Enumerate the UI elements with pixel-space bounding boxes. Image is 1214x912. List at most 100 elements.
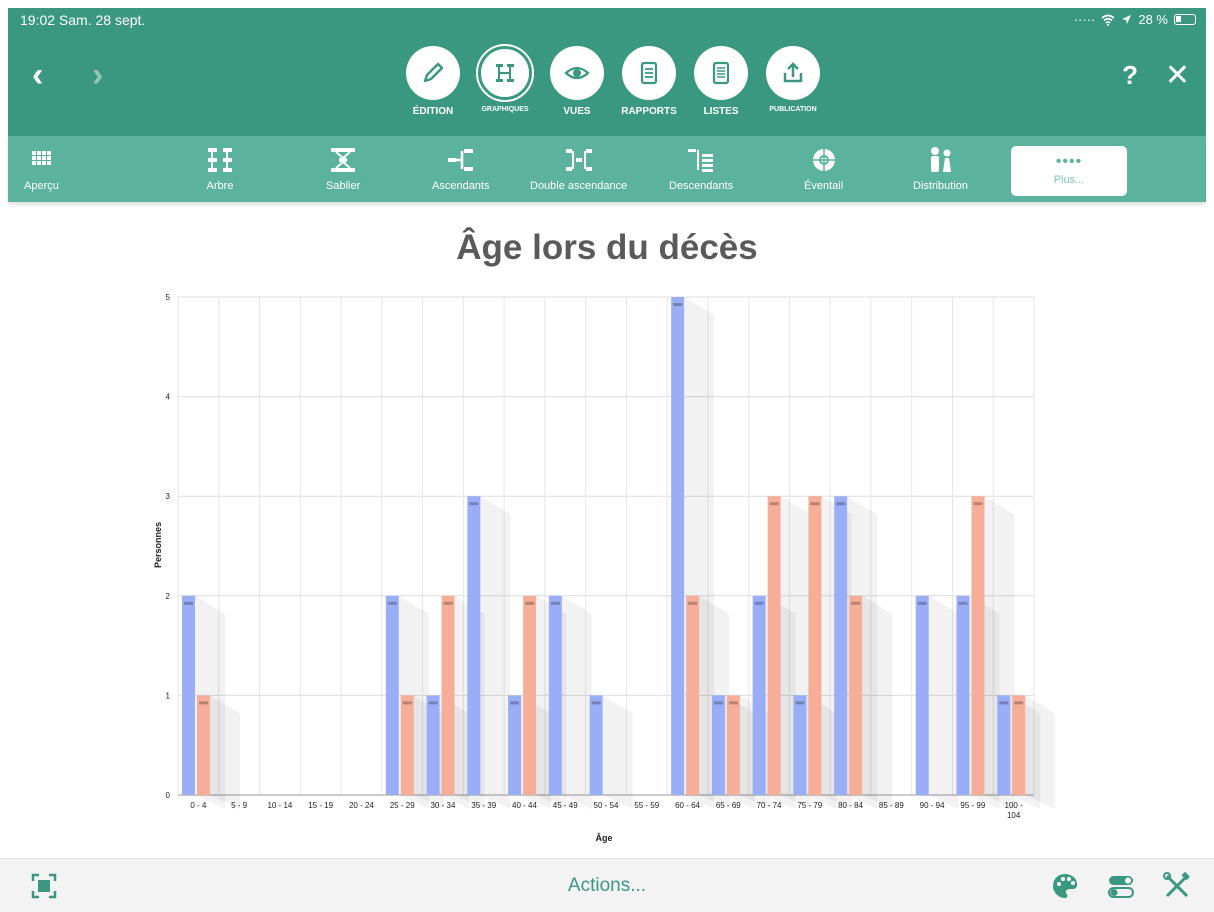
- chart-type-distribution[interactable]: Distribution: [913, 136, 968, 202]
- bar-value-marker: [510, 701, 520, 705]
- chart-type-eventail[interactable]: Éventail: [804, 136, 843, 202]
- bar-shadow: [210, 695, 240, 809]
- bar-chart: 0 1 2 3 4 5 0 - 4 5 - 9 10 - 14 15 - 19 20 - 24 25 …: [153, 293, 1056, 843]
- chart-type-sablier[interactable]: Sablier: [326, 136, 360, 202]
- mode-label: ÉDITION: [412, 106, 454, 117]
- x-tick-label: 45 - 49: [553, 801, 578, 810]
- tree-icon: [208, 148, 232, 172]
- bar: [182, 595, 195, 795]
- x-tick-label: 104: [1007, 811, 1021, 820]
- bottom-toolbar: Actions...: [0, 858, 1214, 912]
- top-toolbar: 19:02 Sam. 28 sept. ····· 28 % ‹ › ? ✕ É…: [8, 8, 1206, 136]
- bar: [671, 297, 685, 795]
- back-button[interactable]: ‹: [32, 58, 43, 92]
- y-tick-label: 5: [166, 293, 171, 302]
- mode-graphiques[interactable]: GRAPHIQUES: [476, 44, 534, 117]
- mode-label: VUES: [563, 106, 591, 117]
- chart-type-label: Double ascendance: [530, 180, 628, 192]
- x-tick-label: 80 - 84: [838, 801, 863, 810]
- bar-value-marker: [713, 701, 723, 705]
- bar-value-marker: [917, 601, 927, 605]
- bar-value-marker: [810, 502, 820, 506]
- mode-vues[interactable]: VUES: [548, 46, 606, 117]
- bar: [971, 496, 985, 795]
- bar: [726, 695, 740, 795]
- mode-label: LISTES: [703, 106, 739, 117]
- upload-icon: [783, 62, 803, 83]
- mode-label: GRAPHIQUES: [481, 106, 529, 113]
- battery-percent: 28 %: [1138, 12, 1168, 27]
- bar-value-marker: [795, 701, 805, 705]
- x-tick-label: 15 - 19: [308, 801, 333, 810]
- x-tick-label: 90 - 94: [920, 801, 945, 810]
- close-button[interactable]: ✕: [1165, 58, 1190, 93]
- x-tick-label: 25 - 29: [390, 801, 415, 810]
- mode-listes[interactable]: LISTES: [692, 46, 750, 117]
- chart-type-apercu[interactable]: Aperçu: [24, 136, 59, 202]
- bar: [589, 695, 603, 795]
- chart-type-label: Sablier: [326, 180, 361, 192]
- bar: [915, 595, 929, 795]
- x-tick-label: 65 - 69: [716, 801, 741, 810]
- forward-button[interactable]: ›: [92, 58, 103, 92]
- bar: [467, 496, 481, 795]
- mode-edition[interactable]: ÉDITION: [404, 46, 462, 117]
- x-tick-label: 35 - 39: [471, 801, 496, 810]
- bar: [849, 595, 863, 795]
- bar: [523, 595, 537, 795]
- mode-publication[interactable]: PUBLICATION: [764, 46, 822, 117]
- chart-type-label: Distribution: [913, 180, 969, 192]
- tools-icon[interactable]: [1162, 871, 1192, 901]
- chart-type-ascendants[interactable]: Ascendants: [432, 136, 489, 202]
- x-tick-label: 30 - 34: [430, 801, 455, 810]
- help-button[interactable]: ?: [1122, 60, 1138, 91]
- chart-type-arbre[interactable]: Arbre: [205, 136, 235, 202]
- bar-shadow: [1025, 695, 1056, 809]
- pencil-icon: [423, 62, 444, 83]
- x-tick-label: 55 - 59: [634, 801, 659, 810]
- status-time: 19:02 Sam. 28 sept.: [20, 12, 146, 28]
- bar: [711, 695, 725, 795]
- chart-type-label: Ascendants: [432, 180, 490, 192]
- location-arrow-icon: [1122, 15, 1132, 24]
- bar-value-marker: [999, 701, 1009, 705]
- chart-type-plus[interactable]: •••• Plus...: [1011, 146, 1127, 196]
- actions-button[interactable]: Actions...: [0, 875, 1214, 897]
- bar-value-marker: [402, 701, 412, 705]
- bar-value-marker: [688, 601, 698, 605]
- bar-value-marker: [958, 601, 968, 605]
- chart-type-bar: Aperçu Arbre Sablier Ascendants Double a…: [8, 136, 1206, 202]
- chart-type-label: Plus...: [1053, 174, 1085, 186]
- bar: [767, 496, 781, 795]
- bar-value-marker: [673, 303, 683, 306]
- bar-value-marker: [428, 701, 438, 705]
- mode-label: RAPPORTS: [621, 106, 677, 117]
- double-ancestry-icon: [565, 149, 592, 171]
- mode-tabs: ÉDITION GRAPHIQUES VUES RAPPORTS LISTES …: [404, 44, 822, 117]
- bar: [686, 595, 700, 795]
- bar-value-marker: [387, 601, 397, 605]
- toggles-icon[interactable]: [1106, 871, 1136, 901]
- x-tick-label: 60 - 64: [675, 801, 700, 810]
- bar-value-marker: [769, 502, 779, 506]
- bar: [441, 595, 455, 795]
- palette-icon[interactable]: [1050, 871, 1080, 901]
- bar-value-marker: [1014, 701, 1024, 705]
- signal-dots-icon: ·····: [1073, 12, 1096, 27]
- chart-type-double-ascendance[interactable]: Double ascendance: [530, 136, 627, 202]
- x-axis-title: Âge: [595, 832, 612, 843]
- x-tick-label: 10 - 14: [267, 801, 292, 810]
- ancestors-icon: [447, 149, 473, 171]
- bar: [834, 496, 848, 795]
- app-window: 19:02 Sam. 28 sept. ····· 28 % ‹ › ? ✕ É…: [0, 0, 1214, 912]
- x-tick-label: 0 - 4: [190, 801, 207, 810]
- bar-value-marker: [550, 601, 560, 605]
- chart-type-descendants[interactable]: Descendants: [669, 136, 733, 202]
- bar-shadow: [480, 496, 511, 809]
- y-tick-label: 3: [166, 492, 171, 501]
- bar: [508, 695, 522, 795]
- bar: [752, 595, 766, 795]
- mode-rapports[interactable]: RAPPORTS: [620, 46, 678, 117]
- bar-value-marker: [525, 601, 535, 605]
- x-tick-label: 5 - 9: [231, 801, 248, 810]
